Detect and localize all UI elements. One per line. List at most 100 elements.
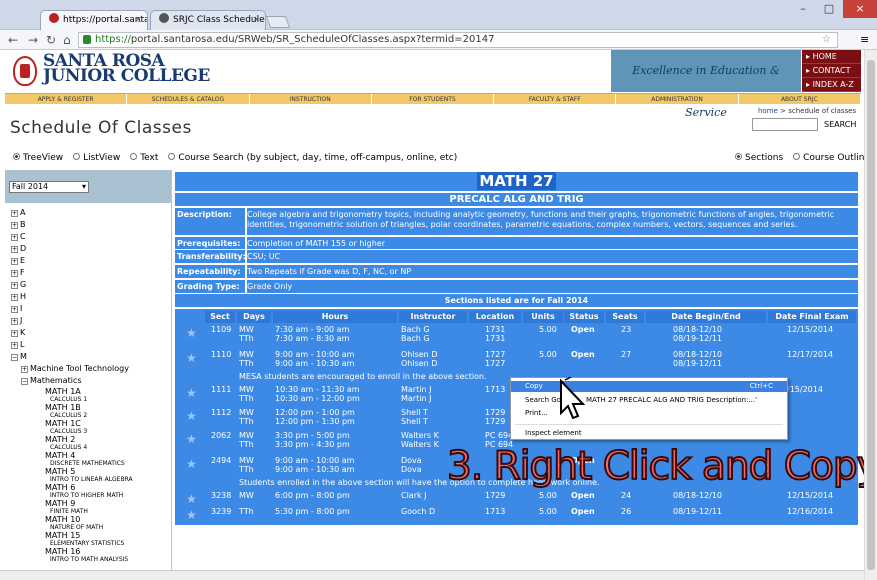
watch-star-icon[interactable]: ★ bbox=[186, 352, 198, 364]
section-instructor[interactable]: Walters K bbox=[401, 431, 439, 440]
section-number[interactable]: 1111 bbox=[211, 385, 231, 394]
tab-scheduler[interactable]: SRJC Class Scheduler × bbox=[150, 10, 266, 30]
section-instructor[interactable]: Martin J bbox=[401, 385, 431, 394]
view-text[interactable]: Text bbox=[130, 153, 158, 163]
tree-node-course[interactable]: MATH 1B bbox=[5, 403, 171, 413]
nav-students[interactable]: FOR STUDENTS bbox=[372, 94, 495, 104]
nav-about[interactable]: ABOUT SRJC bbox=[739, 94, 861, 104]
watch-star-icon[interactable]: ★ bbox=[186, 509, 198, 521]
column-header[interactable]: Sect bbox=[205, 311, 235, 323]
tree-node-course[interactable]: MATH 1A bbox=[5, 387, 171, 397]
section-number[interactable]: 3239 bbox=[211, 507, 231, 516]
reload-icon[interactable]: ↻ bbox=[46, 33, 56, 47]
expand-icon[interactable]: + bbox=[11, 318, 18, 325]
section-number[interactable]: 2494 bbox=[211, 456, 231, 465]
address-bar[interactable]: https://portal.santarosa.edu/SRWeb/SR_Sc… bbox=[78, 32, 838, 48]
column-header[interactable]: Seats bbox=[606, 311, 644, 323]
vertical-scrollbar[interactable] bbox=[864, 50, 877, 580]
tree-node-letter[interactable]: − M bbox=[5, 351, 171, 363]
column-header[interactable]: Hours bbox=[273, 311, 397, 323]
quick-link-home[interactable]: ▸ HOME bbox=[802, 50, 861, 64]
window-close-icon[interactable]: × bbox=[843, 0, 877, 18]
section-number[interactable]: 2062 bbox=[211, 431, 231, 440]
view-treeview[interactable]: TreeView bbox=[13, 153, 63, 163]
nav-administration[interactable]: ADMINISTRATION bbox=[616, 94, 739, 104]
minimize-icon[interactable]: – bbox=[790, 0, 816, 18]
watch-star-icon[interactable]: ★ bbox=[186, 327, 198, 339]
tree-node-letter[interactable]: + K bbox=[5, 327, 171, 339]
section-instructor[interactable]: Ohlsen D bbox=[401, 359, 437, 368]
term-select[interactable]: Fall 2014 bbox=[9, 181, 89, 193]
tree-node-letter[interactable]: + C bbox=[5, 231, 171, 243]
column-header[interactable]: Instructor bbox=[399, 311, 467, 323]
forward-icon[interactable]: → bbox=[28, 33, 38, 47]
tree-node-letter[interactable]: + F bbox=[5, 267, 171, 279]
section-number[interactable]: 1112 bbox=[211, 408, 231, 417]
section-instructor[interactable]: Walters K bbox=[401, 440, 439, 449]
expand-icon[interactable]: + bbox=[11, 246, 18, 253]
tree-node-letter[interactable]: + E bbox=[5, 255, 171, 267]
tree-node-course[interactable]: MATH 4 bbox=[5, 451, 171, 461]
column-header[interactable]: Date Begin/End bbox=[646, 311, 766, 323]
tree-node-letter[interactable]: + J bbox=[5, 315, 171, 327]
tab-portal[interactable]: https://portal.santarosa.e× bbox=[40, 10, 148, 30]
column-header[interactable]: Date Final Exam bbox=[768, 311, 856, 323]
tree-node-course[interactable]: MATH 10 bbox=[5, 515, 171, 525]
nav-apply[interactable]: APPLY & REGISTER bbox=[5, 94, 128, 104]
scrollbar-thumb[interactable] bbox=[867, 60, 875, 570]
section-instructor[interactable]: Dova bbox=[401, 465, 422, 474]
expand-icon[interactable]: + bbox=[11, 270, 18, 277]
tree-node-subject[interactable]: + Machine Tool Technology bbox=[5, 363, 171, 375]
expand-icon[interactable]: + bbox=[11, 294, 18, 301]
menu-inspect[interactable]: Inspect element bbox=[511, 428, 787, 439]
search-button[interactable]: SEARCH bbox=[824, 120, 856, 129]
watch-star-icon[interactable]: ★ bbox=[186, 493, 198, 505]
section-number[interactable]: 3238 bbox=[211, 491, 231, 500]
column-header[interactable]: Units bbox=[523, 311, 563, 323]
tree-node-course[interactable]: MATH 1C bbox=[5, 419, 171, 429]
tree-node-subject[interactable]: − Mathematics bbox=[5, 375, 171, 387]
view-course-search[interactable]: Course Search (by subject, day, time, of… bbox=[168, 153, 457, 163]
nav-instruction[interactable]: INSTRUCTION bbox=[250, 94, 372, 104]
expand-icon[interactable]: + bbox=[21, 366, 28, 373]
column-header[interactable]: Days bbox=[237, 311, 271, 323]
expand-icon[interactable]: + bbox=[11, 258, 18, 265]
tree-node-course[interactable]: MATH 15 bbox=[5, 531, 171, 541]
menu-icon[interactable]: ≡ bbox=[860, 33, 869, 46]
quick-link-contact[interactable]: ▸ CONTACT bbox=[802, 64, 861, 78]
nav-schedules[interactable]: SCHEDULES & CATALOG bbox=[127, 94, 250, 104]
column-header[interactable]: Status bbox=[564, 311, 604, 323]
new-tab-button[interactable] bbox=[265, 16, 291, 28]
option-course-outline[interactable]: Course Outline bbox=[793, 153, 870, 163]
section-instructor[interactable]: Bach G bbox=[401, 325, 430, 334]
watch-star-icon[interactable]: ★ bbox=[186, 410, 198, 422]
section-number[interactable]: 1110 bbox=[211, 350, 231, 359]
tree-node-course[interactable]: MATH 2 bbox=[5, 435, 171, 445]
maximize-icon[interactable]: □ bbox=[816, 0, 842, 18]
section-number[interactable]: 1109 bbox=[211, 325, 231, 334]
expand-icon[interactable]: + bbox=[11, 222, 18, 229]
expand-icon[interactable]: + bbox=[11, 306, 18, 313]
section-instructor[interactable]: Gooch D bbox=[401, 507, 435, 516]
college-logo-text[interactable]: SANTA ROSA JUNIOR COLLEGE bbox=[43, 53, 210, 85]
tree-node-course[interactable]: MATH 16 bbox=[5, 547, 171, 557]
watch-star-icon[interactable]: ★ bbox=[186, 433, 198, 445]
section-instructor[interactable]: Shell T bbox=[401, 417, 428, 426]
close-icon[interactable]: × bbox=[252, 11, 260, 29]
tree-node-letter[interactable]: + B bbox=[5, 219, 171, 231]
tree-node-letter[interactable]: + I bbox=[5, 303, 171, 315]
watch-star-icon[interactable]: ★ bbox=[186, 387, 198, 399]
expand-icon[interactable]: + bbox=[11, 282, 18, 289]
column-header[interactable]: Location bbox=[469, 311, 521, 323]
section-instructor[interactable]: Clark J bbox=[401, 491, 427, 500]
back-icon[interactable]: ← bbox=[8, 33, 18, 47]
menu-search[interactable]: Search Goo MATH 27 PRECALC ALG AND TRIG D… bbox=[511, 395, 787, 406]
horizontal-scrollbar[interactable] bbox=[0, 570, 864, 580]
section-instructor[interactable]: Martin J bbox=[401, 394, 431, 403]
tree-node-course[interactable]: MATH 6 bbox=[5, 483, 171, 493]
expand-icon[interactable]: − bbox=[11, 354, 18, 361]
expand-icon[interactable]: + bbox=[11, 342, 18, 349]
section-instructor[interactable]: Ohlsen D bbox=[401, 350, 437, 359]
expand-icon[interactable]: + bbox=[11, 330, 18, 337]
view-listview[interactable]: ListView bbox=[73, 153, 120, 163]
